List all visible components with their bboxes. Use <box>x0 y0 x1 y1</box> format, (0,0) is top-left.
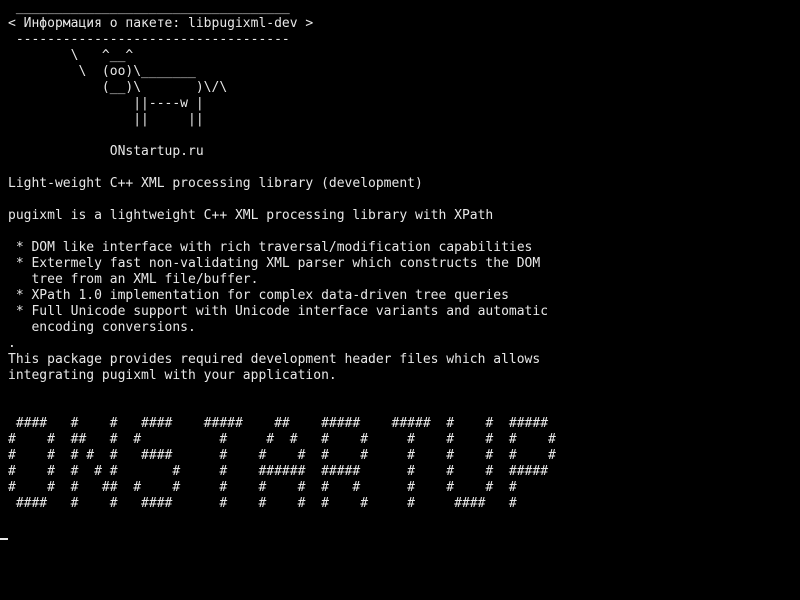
feature-item-cont: encoding conversions. <box>8 320 196 335</box>
terminal-screen[interactable]: ___________________________________ < Ин… <box>0 0 800 600</box>
cow-art-line: ||----w | <box>8 96 204 111</box>
site-name: ONstartup.ru <box>8 144 204 159</box>
separator-dot: . <box>8 336 16 351</box>
cow-art-line: || || <box>8 112 204 127</box>
package-note: integrating pugixml with your applicatio… <box>8 368 337 383</box>
feature-item: * Extermely fast non-validating XML pars… <box>8 256 541 271</box>
cow-bubble-title: < Информация о пакете: libpugixml-dev > <box>8 16 314 31</box>
package-description: pugixml is a lightweight C++ XML process… <box>8 208 494 223</box>
cow-bubble-top: ___________________________________ <box>8 0 290 15</box>
package-note: This package provides required developme… <box>8 352 541 367</box>
banner-line: # # ## # # # # # # # # # # # # <box>8 432 556 447</box>
banner-line: #### # # #### ##### ## ##### ##### # # #… <box>8 416 549 431</box>
feature-item: * DOM like interface with rich traversal… <box>8 240 533 255</box>
feature-item-cont: tree from an XML file/buffer. <box>8 272 259 287</box>
banner-line: #### # # #### # # # # # # #### # <box>8 496 517 511</box>
cow-bubble-bottom: ----------------------------------- <box>8 32 290 47</box>
package-summary: Light-weight C++ XML processing library … <box>8 176 423 191</box>
banner-line: # # # ## # # # # # # # # # # # <box>8 480 517 495</box>
cow-art-line: \ (oo)\_______ <box>8 64 196 79</box>
cow-art-line: (__)\ )\/\ <box>8 80 228 95</box>
banner-line: # # # # # # # ###### ##### # # # ##### <box>8 464 549 479</box>
cow-art-line: \ ^__^ <box>8 48 134 63</box>
text-cursor <box>0 538 8 540</box>
banner-line: # # # # # #### # # # # # # # # # # <box>8 448 556 463</box>
feature-item: * XPath 1.0 implementation for complex d… <box>8 288 509 303</box>
feature-item: * Full Unicode support with Unicode inte… <box>8 304 549 319</box>
